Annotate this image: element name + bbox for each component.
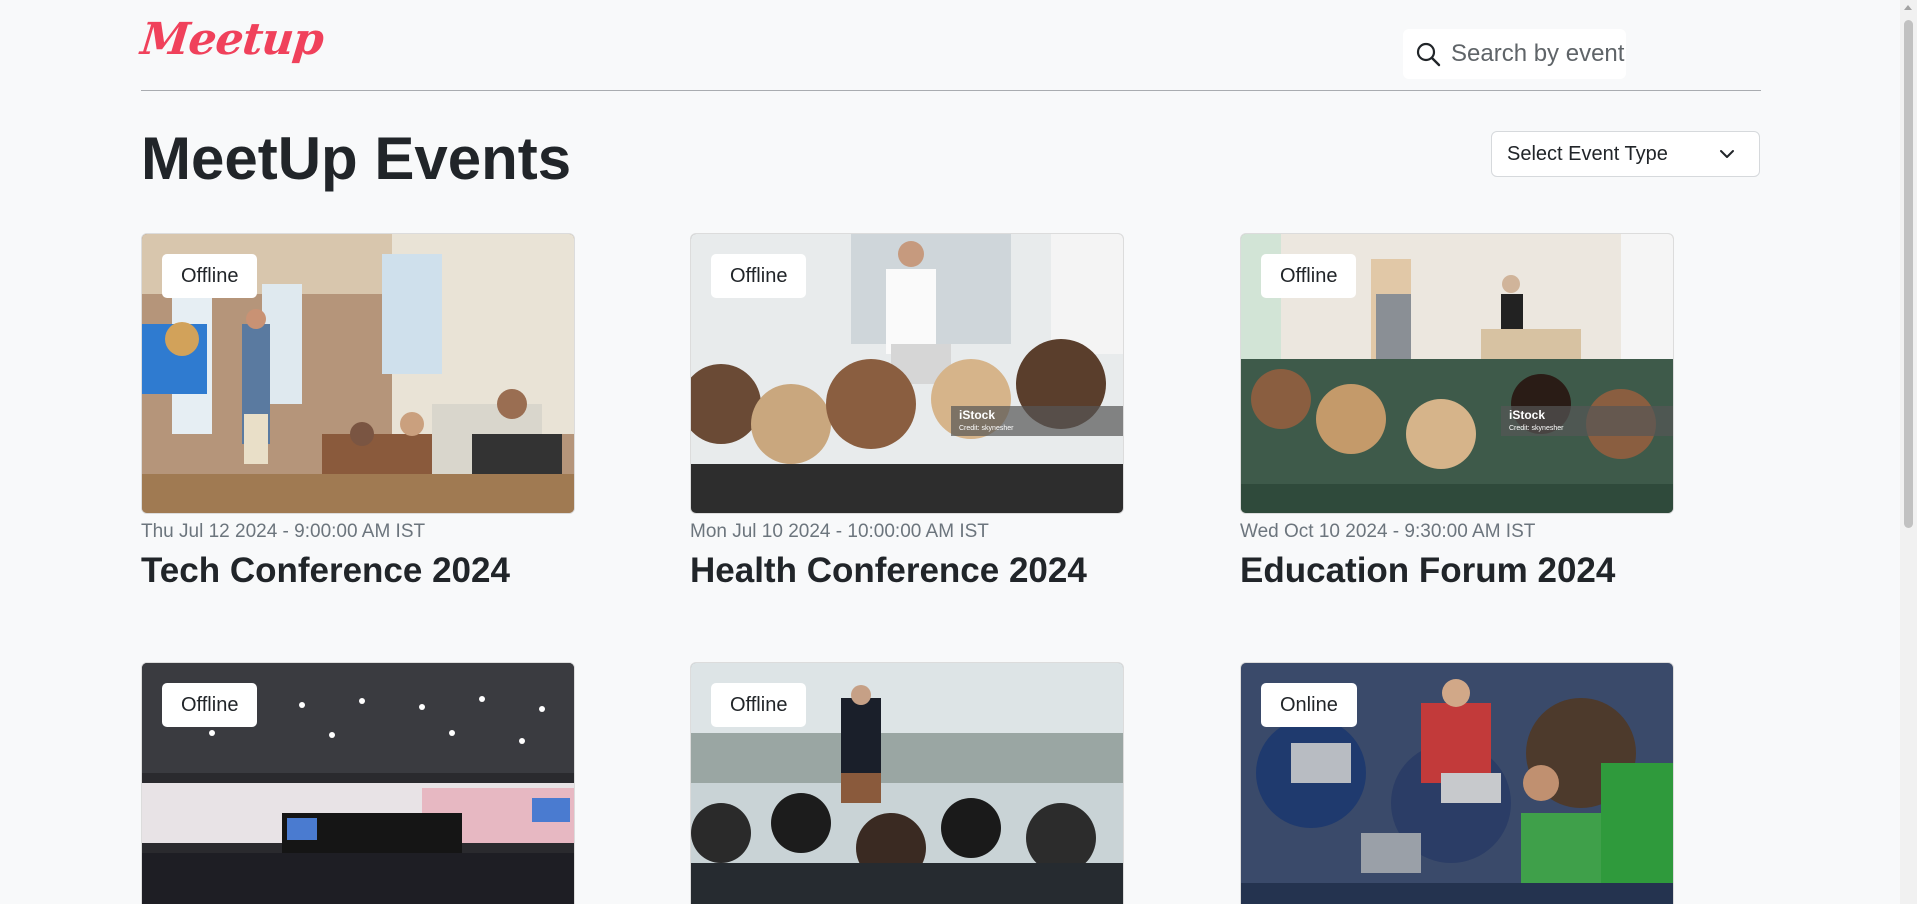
event-type-badge: Offline — [711, 683, 807, 727]
event-title[interactable]: Health Conference 2024 — [690, 550, 1124, 592]
event-type-selected-value: Select Event Type — [1507, 142, 1668, 165]
search-icon — [1416, 42, 1441, 67]
event-card[interactable]: Offline Thu Jul 12 2024 - 9:00:00 AM IST… — [141, 233, 575, 592]
event-card[interactable]: Offline — [690, 662, 1124, 904]
event-card[interactable]: iStock Credit: skynesher Offline Mon Jul… — [690, 233, 1124, 592]
event-date: Thu Jul 12 2024 - 9:00:00 AM IST — [141, 521, 426, 542]
event-image[interactable]: Offline — [141, 662, 575, 904]
svg-text:iStock: iStock — [959, 408, 995, 422]
svg-text:Credit: skynesher: Credit: skynesher — [959, 425, 1014, 432]
top-navbar: Meetup — [138, 0, 1761, 91]
chevron-down-icon — [1720, 150, 1734, 158]
event-image[interactable]: iStock Credit: skynesher Offline — [1240, 233, 1674, 514]
event-date: Mon Jul 10 2024 - 10:00:00 AM IST — [690, 521, 989, 542]
event-card[interactable]: Offline — [141, 662, 575, 904]
event-image[interactable]: Offline — [690, 662, 1124, 904]
event-card[interactable]: Online — [1240, 662, 1674, 904]
search-box[interactable] — [1403, 29, 1626, 79]
event-type-badge: Online — [1261, 683, 1357, 727]
scrollbar-thumb[interactable] — [1904, 20, 1913, 528]
event-title[interactable]: Tech Conference 2024 — [141, 550, 575, 592]
event-type-badge: Offline — [1261, 254, 1357, 298]
event-date: Wed Oct 10 2024 - 9:30:00 AM IST — [1240, 521, 1536, 542]
page: Meetup MeetUp Events Select Event Type — [0, 0, 1917, 904]
event-card[interactable]: iStock Credit: skynesher Offline Wed Oct… — [1240, 233, 1674, 592]
svg-text:Credit: skynesher: Credit: skynesher — [1509, 425, 1564, 432]
event-type-badge: Offline — [711, 254, 807, 298]
event-image[interactable]: Offline — [141, 233, 575, 514]
svg-text:iStock: iStock — [1509, 408, 1545, 422]
vertical-scrollbar[interactable] — [1900, 0, 1917, 904]
event-type-badge: Offline — [162, 683, 258, 727]
event-type-badge: Offline — [162, 254, 258, 298]
scroll-up-arrow-icon[interactable] — [1904, 5, 1912, 10]
search-input[interactable] — [1451, 40, 1626, 68]
event-image[interactable]: iStock Credit: skynesher Offline — [690, 233, 1124, 514]
event-type-select[interactable]: Select Event Type — [1491, 131, 1760, 177]
meetup-logo[interactable]: Meetup — [138, 14, 325, 65]
page-title: MeetUp Events — [141, 125, 572, 192]
event-image[interactable]: Online — [1240, 662, 1674, 904]
event-title[interactable]: Education Forum 2024 — [1240, 550, 1674, 592]
